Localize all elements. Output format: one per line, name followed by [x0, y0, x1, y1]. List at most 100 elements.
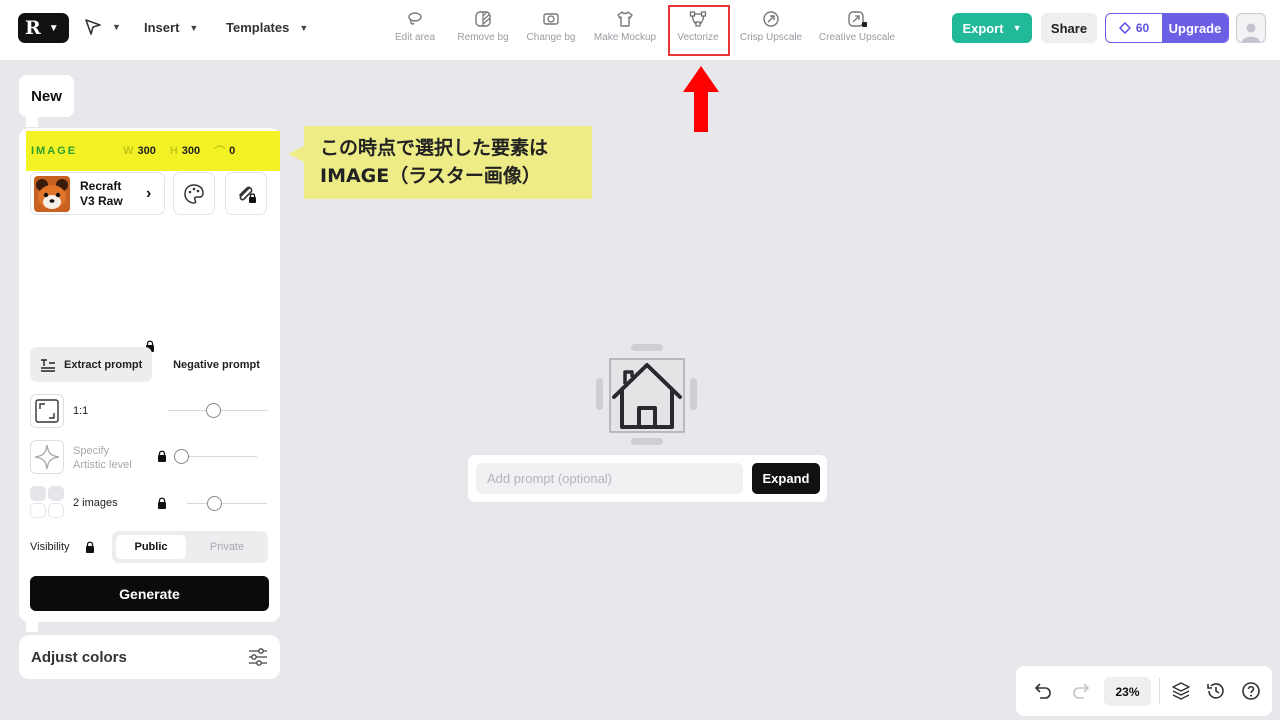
visibility-private-option[interactable]: Private: [190, 535, 264, 559]
creative-upscale-tool[interactable]: Creative Upscale: [816, 10, 898, 43]
diamond-credit-icon: [1118, 22, 1131, 34]
user-icon: [1242, 23, 1260, 42]
credits-value: 60: [1135, 21, 1150, 35]
image-count-button[interactable]: [30, 486, 66, 520]
prompt-input[interactable]: [476, 463, 743, 494]
artistic-level-button[interactable]: [30, 440, 64, 474]
remove-bg-tool[interactable]: Remove bg: [444, 10, 522, 43]
palette-icon: [184, 183, 204, 204]
sparkle-icon: [34, 444, 60, 470]
negative-prompt-button[interactable]: Negative prompt: [159, 347, 274, 382]
credits-counter[interactable]: 60: [1106, 14, 1162, 42]
image-count-tile: [30, 503, 46, 518]
chevron-down-icon: ▼: [299, 22, 309, 33]
templates-menu-button[interactable]: Templates ▼: [226, 20, 308, 35]
sliders-icon: [249, 648, 267, 666]
change-bg-tool[interactable]: Change bg: [512, 10, 590, 43]
crisp-upscale-tool[interactable]: Crisp Upscale: [732, 10, 810, 43]
expand-button[interactable]: Expand: [752, 463, 820, 494]
app-menu-button[interactable]: R ▼: [18, 13, 69, 43]
chevron-down-icon: ▼: [48, 22, 59, 34]
user-avatar[interactable]: [1236, 13, 1266, 43]
adjust-colors-label: Adjust colors: [31, 648, 127, 666]
left-resize-handle[interactable]: [596, 378, 603, 410]
history-icon[interactable]: [1206, 681, 1226, 701]
right-resize-handle[interactable]: [690, 378, 697, 410]
rotation-icon: ⌒: [214, 146, 226, 158]
style-palette-button[interactable]: [173, 172, 215, 215]
export-label: Export: [962, 20, 1004, 36]
image-count-slider-track[interactable]: [187, 503, 267, 504]
height-label: H: [169, 145, 178, 157]
image-count-value: 2 images: [73, 497, 118, 509]
insert-menu-label: Insert: [144, 20, 180, 35]
layers-icon[interactable]: [1171, 681, 1191, 701]
panel-connector: [26, 117, 38, 127]
width-label: W: [123, 145, 134, 157]
make-mockup-tool[interactable]: Make Mockup: [586, 10, 664, 43]
change-bg-icon: [543, 13, 559, 25]
redo-icon[interactable]: [1071, 681, 1091, 701]
visibility-public-option[interactable]: Public: [116, 535, 186, 559]
help-icon[interactable]: [1241, 681, 1261, 701]
aspect-ratio-icon: [35, 399, 59, 423]
image-count-tile: [30, 486, 46, 501]
remove-bg-icon: [475, 11, 491, 27]
panel-connector: [26, 622, 38, 632]
image-count-tile: [48, 486, 64, 501]
model-thumbnail-red-panda: [34, 175, 70, 212]
aspect-ratio-button[interactable]: [30, 394, 64, 428]
chevron-right-icon: ›: [146, 184, 152, 202]
lasso-icon: [408, 12, 422, 25]
model-name-line1: Recraft: [80, 178, 122, 193]
image-count-slider-knob[interactable]: [207, 496, 222, 511]
artistic-level-slider-knob[interactable]: [174, 449, 189, 464]
extract-prompt-button[interactable]: Extract prompt: [30, 347, 152, 382]
edit-area-tool[interactable]: Edit area: [376, 10, 454, 43]
insert-menu-button[interactable]: Insert ▼: [144, 20, 198, 35]
new-tab[interactable]: New: [19, 75, 74, 117]
selection-type: IMAGE: [31, 145, 78, 157]
remove-bg-label: Remove bg: [457, 32, 509, 43]
bottom-resize-handle[interactable]: [631, 438, 663, 445]
artistic-level-slider-track[interactable]: [179, 456, 257, 457]
callout-line2: IMAGE（ラスター画像）: [320, 165, 541, 187]
creative-upscale-icon: [848, 11, 867, 27]
selected-house-image[interactable]: [596, 343, 698, 447]
callout-pointer: [288, 146, 304, 162]
lock-icon: [158, 450, 166, 462]
templates-menu-label: Templates: [226, 20, 290, 35]
red-panda-icon: [34, 175, 70, 212]
top-resize-handle[interactable]: [631, 344, 663, 351]
lock-icon: [158, 497, 166, 509]
lock-icon: [86, 541, 94, 553]
paperclip-icon: [239, 186, 256, 203]
upgrade-button[interactable]: Upgrade: [1162, 14, 1228, 42]
zoom-level[interactable]: 23%: [1104, 677, 1151, 706]
chevron-down-icon: ▼: [112, 22, 121, 32]
make-mockup-label: Make Mockup: [593, 32, 657, 43]
chevron-down-icon: ▼: [1012, 23, 1022, 33]
toolbar-divider: [1159, 678, 1160, 704]
undo-icon[interactable]: [1033, 681, 1053, 701]
generate-button[interactable]: Generate: [30, 576, 269, 611]
creative-upscale-label: Creative Upscale: [818, 32, 896, 43]
attach-image-button[interactable]: [225, 172, 267, 215]
adjust-colors-panel[interactable]: Adjust colors: [19, 635, 280, 679]
cursor-arrow-icon: [85, 19, 101, 35]
visibility-label: Visibility: [30, 541, 70, 553]
rotation-value[interactable]: 0: [229, 145, 235, 157]
top-toolbar: R ▼ ▼ Insert ▼ Templates ▼ Edit area Rem…: [0, 0, 1280, 60]
image-count-tile: [48, 503, 64, 518]
export-button[interactable]: Export ▼: [952, 13, 1032, 43]
model-selector[interactable]: Recraft V3 Raw ›: [30, 172, 165, 215]
recraft-logo-icon: R: [25, 17, 41, 39]
select-tool-button[interactable]: ▼: [84, 18, 121, 36]
aspect-ratio-slider-knob[interactable]: [206, 403, 221, 418]
height-value[interactable]: 300: [182, 145, 200, 157]
crisp-upscale-label: Crisp Upscale: [739, 32, 803, 43]
chevron-down-icon: ▼: [189, 22, 199, 33]
share-button[interactable]: Share: [1041, 13, 1097, 43]
visibility-toggle: Public Private: [112, 531, 268, 563]
width-value[interactable]: 300: [137, 145, 155, 157]
